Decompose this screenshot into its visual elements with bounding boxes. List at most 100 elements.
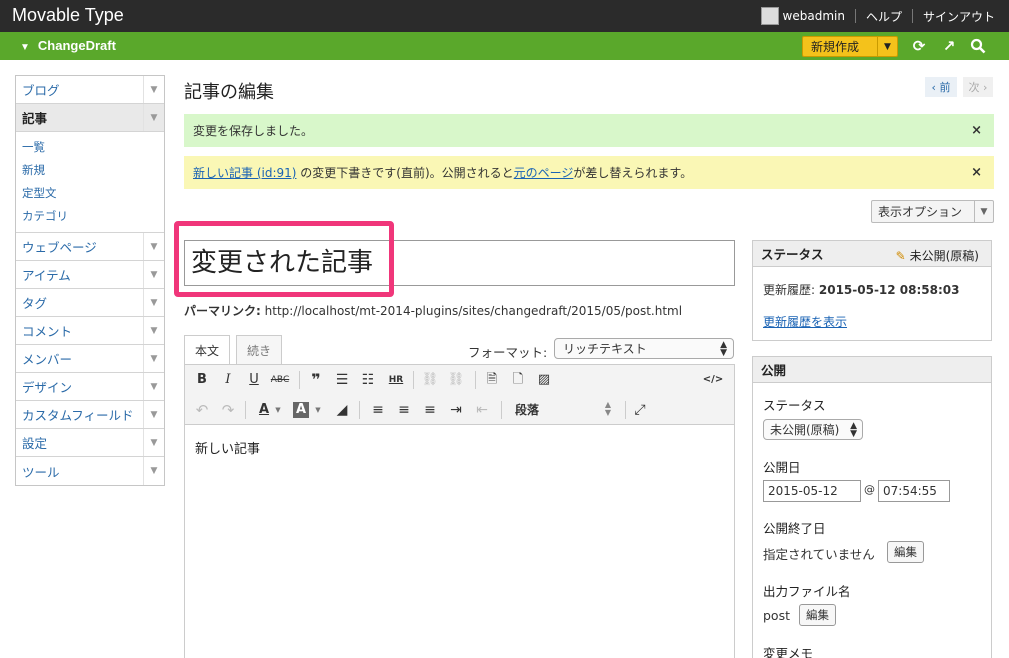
underline-icon[interactable]: U (245, 372, 263, 388)
align-left-icon[interactable]: ≡ (369, 402, 387, 418)
eraser-icon[interactable]: ◢ (333, 402, 351, 418)
align-right-icon[interactable]: ≡ (421, 402, 439, 418)
tab-body[interactable]: 本文 (184, 335, 231, 365)
insert-file-icon[interactable]: 🗎 (483, 372, 501, 388)
sidebar-item-comments[interactable]: コメント ▼ (16, 317, 164, 345)
unpublish-edit-button[interactable]: 編集 (887, 541, 924, 563)
divider (625, 401, 626, 419)
insert-image-icon[interactable]: ▨ (535, 372, 553, 388)
chevron-down-icon[interactable]: ▼ (143, 289, 164, 316)
sidebar-item-label: ツール (22, 464, 60, 480)
divider (245, 401, 246, 419)
prev-entry-link[interactable]: ‹ 前 (925, 77, 957, 97)
view-history-link[interactable]: 更新履歴を表示 (763, 313, 847, 330)
next-entry-link[interactable]: 次 › (963, 77, 993, 97)
brand-logo[interactable]: Movable Type (12, 5, 124, 26)
divider (359, 401, 360, 419)
sidebar-item-tools[interactable]: ツール ▼ (16, 457, 164, 485)
publish-date-input[interactable]: 2015-05-12 (763, 480, 861, 502)
unpublish-date-label: 公開終了日 (763, 521, 826, 536)
paragraph-format-select[interactable]: 段落 ▲ ▼ (511, 400, 619, 420)
sidebar-item-assets[interactable]: アイテム ▼ (16, 261, 164, 289)
outdent-icon[interactable]: ⇤ (473, 402, 491, 418)
new-create-button[interactable]: 新規作成 ▼ (802, 36, 898, 57)
indent-icon[interactable]: ⇥ (447, 402, 465, 418)
background-color-icon[interactable]: A (293, 402, 309, 418)
chevron-down-icon[interactable]: ▼ (143, 261, 164, 288)
numbered-list-icon[interactable]: ☷ (359, 372, 377, 388)
chevron-down-icon[interactable]: ▼ (143, 345, 164, 372)
close-icon[interactable]: × (971, 123, 982, 138)
horizontal-rule-icon[interactable]: HR (385, 372, 407, 388)
insert-new-file-icon[interactable]: 🗋 (509, 372, 527, 388)
chevron-down-icon[interactable]: ▼ (273, 402, 283, 418)
search-icon[interactable] (969, 38, 987, 54)
avatar[interactable] (760, 7, 779, 25)
external-link-icon[interactable]: ↗ (940, 38, 958, 54)
unlink-icon[interactable]: ⛓ (447, 372, 465, 388)
align-center-icon[interactable]: ≡ (395, 402, 413, 418)
sidebar-item-members[interactable]: メンバー ▼ (16, 345, 164, 373)
help-link[interactable]: ヘルプ (866, 8, 902, 25)
sidebar-item-label: コメント (22, 324, 73, 339)
source-code-icon[interactable]: </> (701, 372, 725, 388)
sidebar-item-pages[interactable]: ウェブページ ▼ (16, 233, 164, 261)
filename-edit-button[interactable]: 編集 (799, 604, 836, 626)
refresh-icon[interactable]: ⟳ (910, 38, 928, 54)
sidebar-subitem-category[interactable]: カテゴリ (22, 205, 164, 228)
chevron-down-icon[interactable]: ▼ (143, 457, 164, 485)
sidebar-subitem-list[interactable]: 一覧 (22, 136, 164, 159)
site-selector[interactable]: ▼ ChangeDraft (20, 38, 116, 53)
sidebar-item-settings[interactable]: 設定 ▼ (16, 429, 164, 457)
editor-content[interactable]: 新しい記事 (195, 438, 260, 457)
original-entry-link[interactable]: 新しい記事 (id:91) (193, 166, 296, 180)
bullet-list-icon[interactable]: ☰ (333, 372, 351, 388)
chevron-down-icon[interactable]: ▼ (143, 317, 164, 344)
chevron-down-icon[interactable]: ▼ (143, 429, 164, 456)
chevron-down-icon[interactable]: ▼ (143, 104, 164, 131)
chevron-down-icon[interactable]: ▼ (974, 201, 993, 222)
strikethrough-icon[interactable]: ABC (269, 372, 291, 388)
sidebar-subitem-new[interactable]: 新規 (22, 159, 164, 182)
user-name-link[interactable]: webadmin (783, 9, 845, 23)
chevron-down-icon[interactable]: ▼ (143, 76, 164, 103)
original-page-link[interactable]: 元のページ (514, 166, 574, 180)
italic-icon[interactable]: I (219, 372, 237, 388)
sidebar-subitem-boilerplate[interactable]: 定型文 (22, 182, 164, 205)
status-select[interactable]: 未公開(原稿) ▲ ▼ (763, 419, 863, 440)
bold-icon[interactable]: B (193, 372, 211, 388)
unpublish-date-value: 指定されていません (763, 547, 875, 562)
redo-icon[interactable]: ↷ (219, 402, 237, 418)
chevron-down-icon[interactable]: ▼ (877, 37, 897, 56)
title-input[interactable]: 変更された記事 (184, 240, 735, 286)
sidebar-item-design[interactable]: デザイン ▼ (16, 373, 164, 401)
format-select[interactable]: リッチテキスト ▲ ▼ (554, 338, 734, 359)
chevron-down-icon[interactable]: ▼ (143, 233, 164, 260)
divider (413, 371, 414, 389)
revision-history: 更新履歴: 2015-05-12 08:58:03 (763, 281, 960, 298)
publish-panel-title: 公開 (761, 363, 787, 378)
text-color-icon[interactable]: A (255, 402, 273, 418)
history-value: 2015-05-12 08:58:03 (818, 283, 960, 297)
link-icon[interactable]: ⛓ (421, 372, 439, 388)
sidebar-item-tags[interactable]: タグ ▼ (16, 289, 164, 317)
permalink-url: http://localhost/mt-2014-plugins/sites/c… (264, 304, 683, 318)
signout-link[interactable]: サインアウト (923, 8, 995, 25)
undo-icon[interactable]: ↶ (193, 402, 211, 418)
chevron-down-icon[interactable]: ▼ (143, 401, 164, 428)
chevron-down-icon[interactable]: ▼ (313, 402, 323, 418)
sidebar-item-blog[interactable]: ブログ ▼ (16, 76, 164, 104)
publish-panel-header: 公開 (753, 357, 991, 383)
sidebar-menu: ブログ ▼ 記事 ▼ 一覧 新規 定型文 カテゴリ ウェブページ ▼ アイテム ▼ タグ… (15, 75, 165, 486)
sidebar-item-label: カスタムフィールド (22, 408, 134, 423)
blockquote-icon[interactable]: ❞ (307, 372, 325, 388)
publish-time-input[interactable]: 07:54:55 (878, 480, 950, 502)
display-options-button[interactable]: 表示オプション ▼ (871, 200, 994, 223)
chevron-down-icon[interactable]: ▼ (143, 373, 164, 400)
close-icon[interactable]: × (971, 165, 982, 180)
sidebar-item-entries[interactable]: 記事 ▼ (16, 104, 164, 132)
fullscreen-icon[interactable]: ⤢ (631, 402, 649, 418)
format-label: フォーマット: (468, 345, 548, 360)
tab-more[interactable]: 続き (236, 335, 283, 365)
sidebar-item-custom-fields[interactable]: カスタムフィールド ▼ (16, 401, 164, 429)
